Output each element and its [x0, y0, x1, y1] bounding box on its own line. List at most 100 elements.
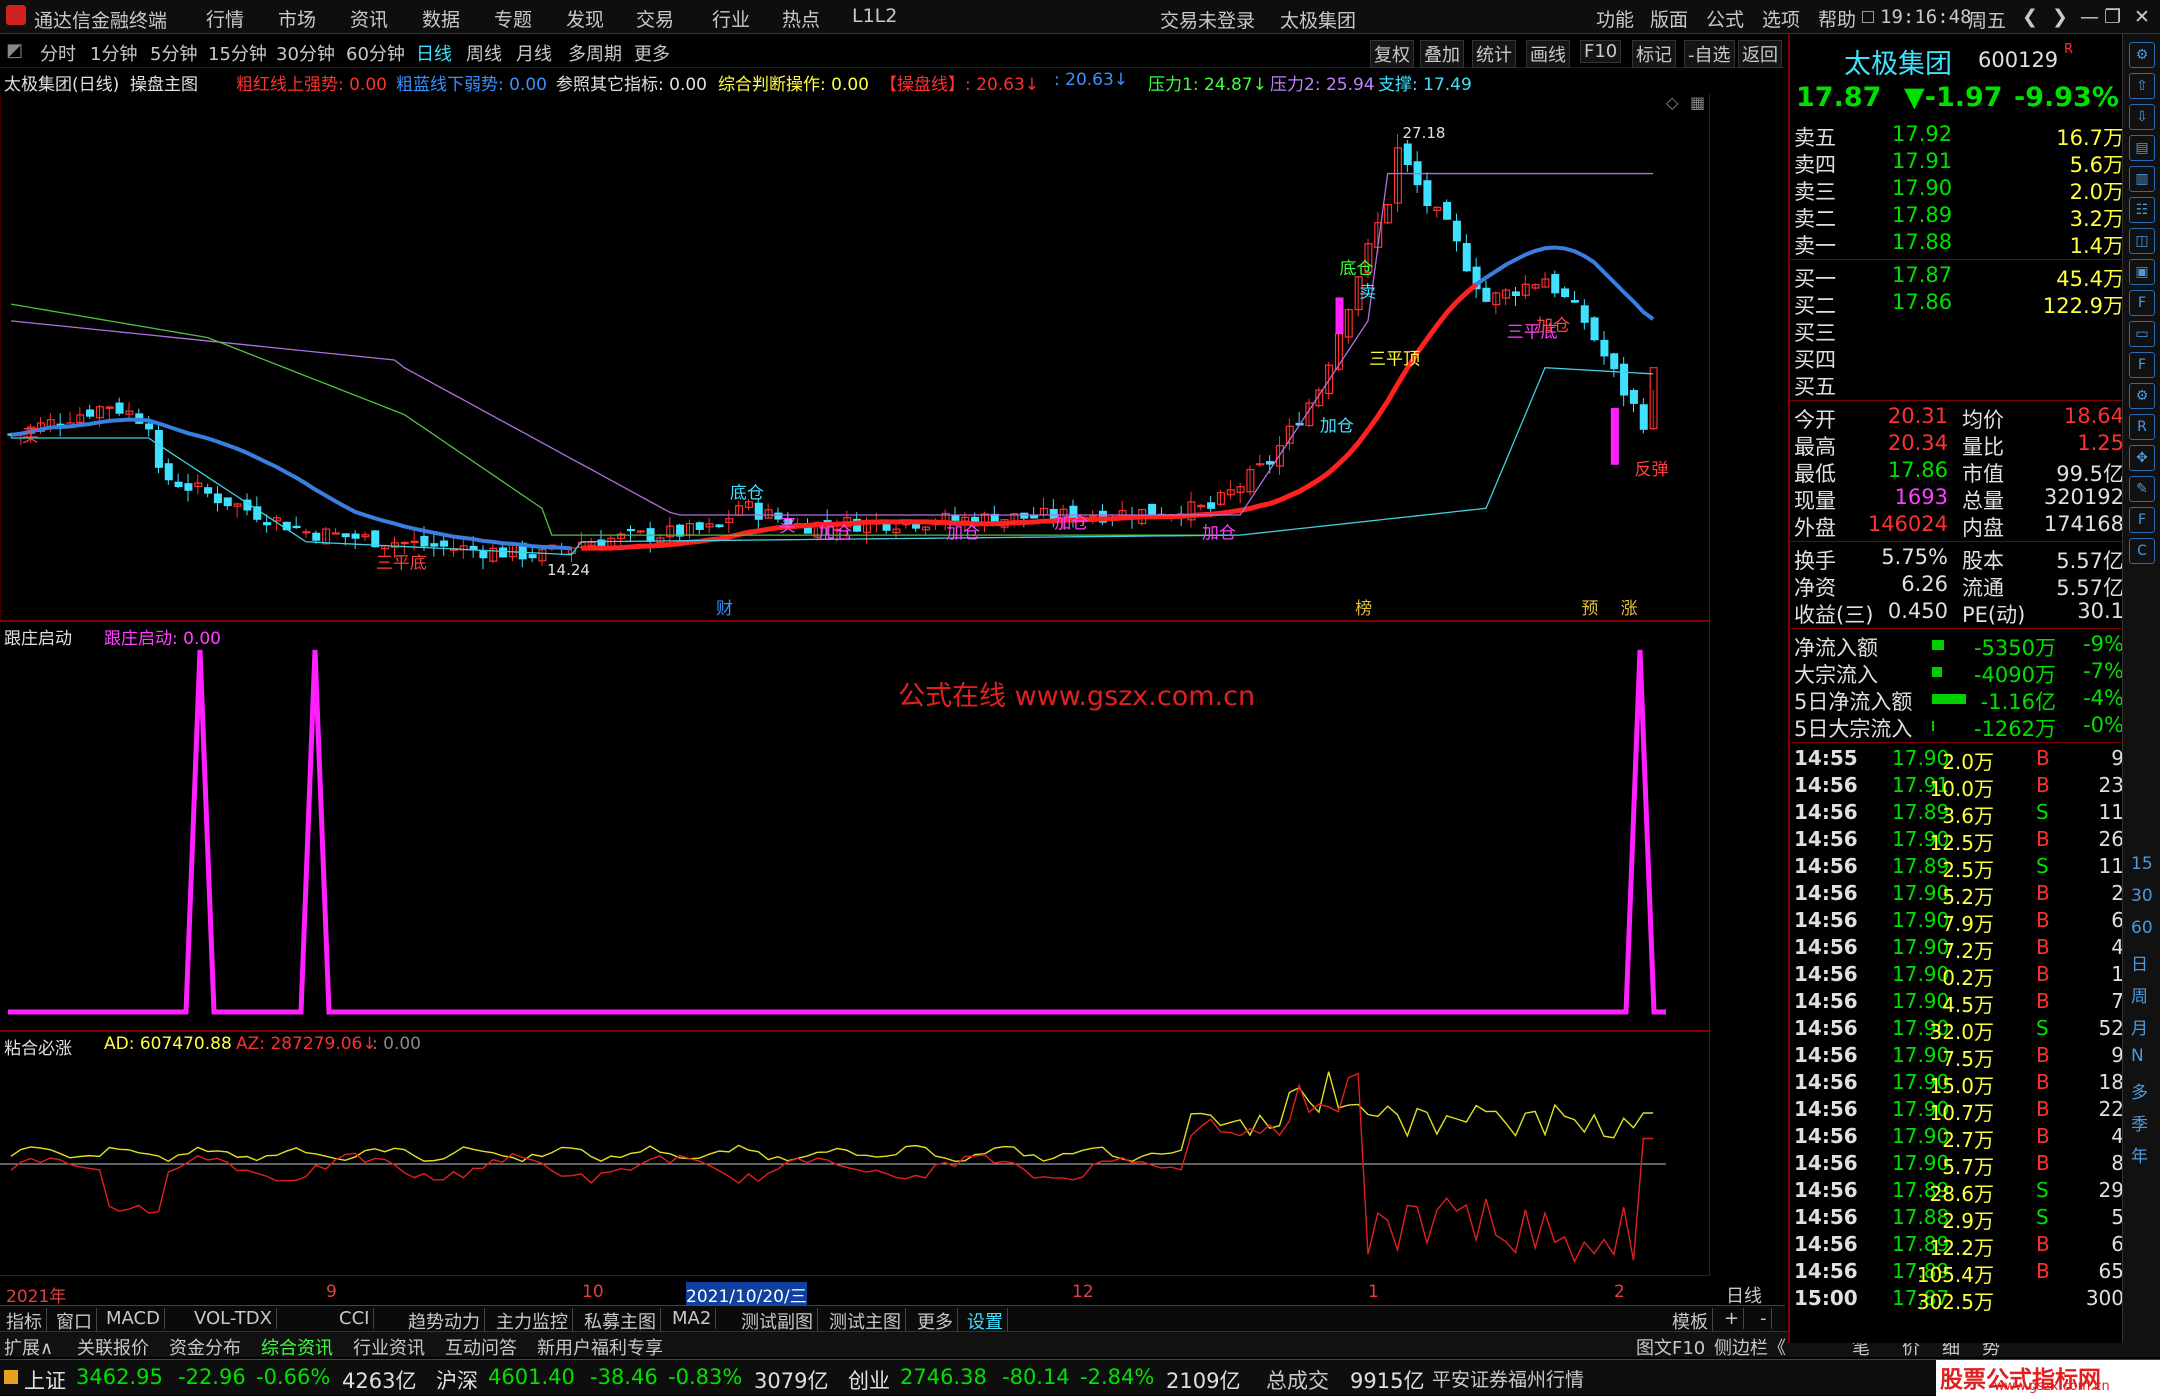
- bottom-tab-4[interactable]: CCI: [335, 1308, 375, 1329]
- menu-6[interactable]: 交易: [636, 5, 674, 32]
- sidebar-period-6[interactable]: N: [2131, 1046, 2144, 1066]
- period-7[interactable]: 周线: [466, 40, 502, 66]
- period-2[interactable]: 5分钟: [150, 40, 197, 66]
- menu-5[interactable]: 发现: [566, 5, 604, 32]
- bid-row-2[interactable]: 买三: [1792, 317, 2124, 345]
- sidebar-period-1[interactable]: 30: [2131, 886, 2153, 906]
- sidebar-period-3[interactable]: 日: [2131, 950, 2148, 975]
- settings-icon[interactable]: ⚙: [2129, 383, 2155, 409]
- ext-right-0[interactable]: 图文F10: [1636, 1334, 1705, 1360]
- period-8[interactable]: 月线: [516, 40, 552, 66]
- indicator-panel-2[interactable]: 1.000.900.800.700.600.500.400.300.200.43…: [0, 622, 1784, 1032]
- tool-5[interactable]: 标记: [1632, 40, 1676, 68]
- sidebar-period-2[interactable]: 60: [2131, 918, 2153, 938]
- ext-tab-1[interactable]: 关联报价: [77, 1334, 149, 1360]
- gear-icon[interactable]: ⚙: [2129, 42, 2155, 68]
- forward-icon[interactable]: ❯: [2052, 6, 2068, 28]
- menu-8[interactable]: 热点: [782, 5, 820, 32]
- ext-tab-0[interactable]: 扩展∧: [4, 1334, 53, 1360]
- ext-right-1[interactable]: 侧边栏《: [1714, 1334, 1786, 1360]
- rsi-icon[interactable]: R: [2129, 414, 2155, 440]
- ext-tab-6[interactable]: 新用户福利专享: [537, 1334, 663, 1360]
- bottom-right-1[interactable]: +: [1720, 1308, 1745, 1329]
- bid-row-4[interactable]: 买五: [1792, 371, 2124, 399]
- close-icon[interactable]: ✕: [2134, 6, 2150, 28]
- period-1[interactable]: 1分钟: [90, 40, 137, 66]
- bottom-tab-3[interactable]: VOL-TDX: [190, 1308, 277, 1329]
- sidebar-period-4[interactable]: 周: [2131, 982, 2148, 1007]
- right-menu-1[interactable]: 版面: [1650, 5, 1688, 32]
- sidebar-period-9[interactable]: 年: [2131, 1142, 2148, 1167]
- f3-icon[interactable]: F: [2129, 352, 2155, 378]
- ask-row-3[interactable]: 卖二 17.89 3.2万: [1792, 203, 2124, 231]
- right-menu-0[interactable]: 功能: [1596, 5, 1634, 32]
- chart-icon[interactable]: ▥: [2129, 166, 2155, 192]
- ask-row-1[interactable]: 卖四 17.91 5.6万: [1792, 149, 2124, 177]
- period-10[interactable]: 更多: [634, 40, 670, 66]
- sidebar-period-7[interactable]: 多: [2131, 1078, 2148, 1103]
- ext-tab-4[interactable]: 行业资讯: [353, 1334, 425, 1360]
- menu-9[interactable]: L1L2: [852, 5, 897, 27]
- menu-1[interactable]: 市场: [278, 5, 316, 32]
- indicator-name[interactable]: 操盘主图: [130, 70, 198, 95]
- follow-start-chart[interactable]: 1.000.900.800.700.600.500.400.300.200.43: [0, 622, 1784, 1032]
- tool-2[interactable]: 统计: [1472, 40, 1516, 68]
- menu-0[interactable]: 行情: [206, 5, 244, 32]
- sidebar-period-5[interactable]: 月: [2131, 1014, 2148, 1039]
- tool-7[interactable]: 返回: [1738, 40, 1782, 68]
- index-name-0[interactable]: 上证: [24, 1365, 66, 1395]
- menu-7[interactable]: 行业: [712, 5, 750, 32]
- period-3[interactable]: 15分钟: [208, 40, 267, 66]
- menu-2[interactable]: 资讯: [350, 5, 388, 32]
- period-menu-icon[interactable]: ◩: [6, 40, 23, 61]
- period-0[interactable]: 分时: [40, 40, 76, 66]
- ask-row-0[interactable]: 卖五 17.92 16.7万: [1792, 122, 2124, 150]
- grid-icon[interactable]: ▤: [2129, 135, 2155, 161]
- minimize-icon[interactable]: —: [2080, 6, 2099, 28]
- period-5[interactable]: 60分钟: [346, 40, 405, 66]
- main-chart-panel[interactable]: 26.0025.0024.0023.0022.0021.0020.0019.00…: [0, 93, 1770, 622]
- window-icon[interactable]: ▣: [2129, 259, 2155, 285]
- back-icon[interactable]: ❮: [2022, 6, 2038, 28]
- period-9[interactable]: 多周期: [568, 40, 622, 66]
- index-name-2[interactable]: 创业: [848, 1365, 890, 1395]
- tool-1[interactable]: 叠加: [1420, 40, 1464, 68]
- ext-tab-2[interactable]: 资金分布: [169, 1334, 241, 1360]
- bid-row-1[interactable]: 买二 17.86 122.9万: [1792, 290, 2124, 318]
- restore-icon[interactable]: ❐: [2104, 6, 2121, 28]
- edit-icon[interactable]: ✎: [2129, 476, 2155, 502]
- bottom-tab-2[interactable]: MACD: [102, 1308, 165, 1329]
- candlestick-chart[interactable]: 26.0025.0024.0023.0022.0021.0020.0019.00…: [0, 93, 1770, 622]
- bid-row-3[interactable]: 买四: [1792, 344, 2124, 372]
- sidebar-period-8[interactable]: 季: [2131, 1110, 2148, 1135]
- period-6[interactable]: 日线: [416, 40, 452, 66]
- bid-row-0[interactable]: 买一 17.87 45.4万: [1792, 263, 2124, 291]
- tool-4[interactable]: F10: [1580, 40, 1622, 63]
- index-name-1[interactable]: 沪深: [436, 1365, 478, 1395]
- adhesion-chart[interactable]: 1000050000-5000X100: [0, 1032, 1776, 1277]
- period-4[interactable]: 30分钟: [276, 40, 335, 66]
- bottom-right-2[interactable]: -: [1756, 1308, 1772, 1329]
- panel2-name[interactable]: 跟庄启动: [4, 624, 72, 649]
- cs-icon[interactable]: C: [2129, 538, 2155, 564]
- menu-3[interactable]: 数据: [422, 5, 460, 32]
- f10-icon[interactable]: F: [2129, 290, 2155, 316]
- tool-6[interactable]: -自选: [1684, 40, 1735, 68]
- bottom-tab-8[interactable]: MA2: [668, 1308, 717, 1329]
- list-icon[interactable]: ☷: [2129, 197, 2155, 223]
- panel3-name[interactable]: 粘合必涨: [4, 1034, 72, 1059]
- indicator-panel-3[interactable]: 1000050000-5000X100 粘合必涨 AD: 607470.88 A…: [0, 1032, 1776, 1277]
- menu-4[interactable]: 专题: [494, 5, 532, 32]
- tool-0[interactable]: 复权: [1370, 40, 1414, 68]
- ext-tab-5[interactable]: 互动问答: [445, 1334, 517, 1360]
- login-status[interactable]: 交易未登录: [1160, 6, 1255, 33]
- down-arrow-icon[interactable]: ⇩: [2129, 104, 2155, 130]
- ext-tab-3[interactable]: 综合资讯: [261, 1334, 333, 1360]
- tool-3[interactable]: 画线: [1526, 40, 1570, 68]
- ask-row-4[interactable]: 卖一 17.88 1.4万: [1792, 230, 2124, 258]
- right-menu-2[interactable]: 公式: [1706, 5, 1744, 32]
- book-icon[interactable]: ◫: [2129, 228, 2155, 254]
- right-menu-3[interactable]: 选项: [1762, 5, 1800, 32]
- folder-icon[interactable]: ▭: [2129, 321, 2155, 347]
- sidebar-period-0[interactable]: 15: [2131, 854, 2153, 874]
